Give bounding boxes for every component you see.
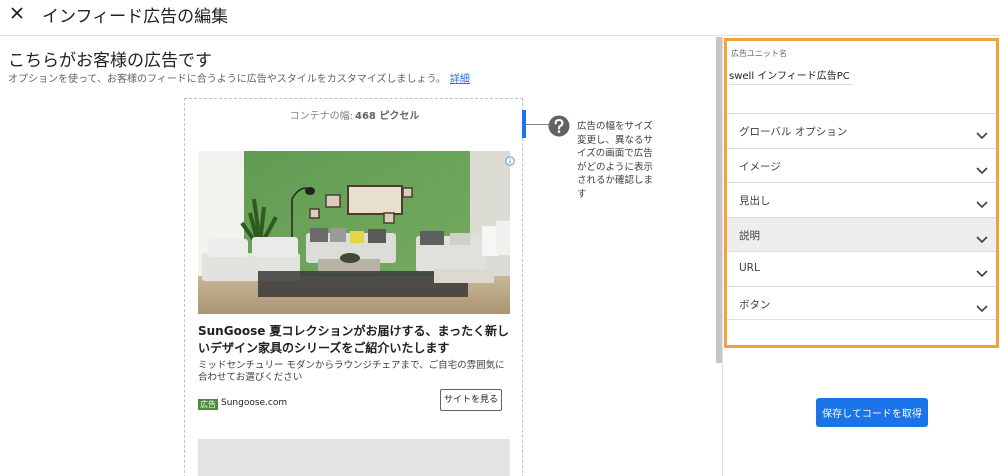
ad-preview-card: SunGoose 夏コレクションがお届けする、まったく新しいデザイン家具のシリー…	[198, 151, 515, 411]
section-button[interactable]: ボタン	[727, 285, 996, 320]
ad-headline[interactable]: SunGoose 夏コレクションがお届けする、まったく新しいデザイン家具のシリー…	[198, 323, 510, 357]
ad-description: ミッドセンチュリー モダンからラウンジチェアまで、ご自宅の雰囲気に合わせてお選び…	[198, 360, 505, 383]
chevron-down-icon	[976, 298, 988, 312]
preview-heading: こちらがお客様の広告です	[8, 51, 212, 71]
top-bar: インフィード広告の編集	[0, 0, 1000, 36]
ad-unit-name-label: 広告ユニット名	[731, 49, 787, 58]
pane-divider	[722, 37, 723, 476]
section-image[interactable]: イメージ	[727, 147, 996, 182]
section-label: イメージ	[739, 160, 781, 173]
chevron-down-icon	[976, 194, 988, 209]
help-icon	[548, 115, 570, 137]
ad-preview-pane: こちらがお客様の広告です オプションを使って、お客様のフィードに合うように広告や…	[0, 37, 716, 476]
section-label: グローバル オプション	[739, 126, 848, 138]
section-label: ボタン	[739, 298, 771, 311]
preview-subtitle: オプションを使って、お客様のフィードに合うように広告やスタイルをカスタマイズしま…	[8, 70, 470, 85]
visit-site-button[interactable]: サイトを見る	[440, 389, 502, 411]
section-description[interactable]: 説明	[727, 216, 996, 251]
save-and-get-code-button[interactable]: 保存してコードを取得	[816, 398, 928, 427]
section-label: URL	[739, 262, 760, 274]
ad-image	[198, 151, 510, 314]
container-width-value: 468 ピクセル	[355, 111, 420, 122]
settings-accordion: グローバル オプション イメージ 見出し 説明 URL ボタン	[727, 113, 996, 320]
ad-info-icon[interactable]	[505, 151, 515, 166]
chevron-down-icon	[976, 263, 988, 278]
container-width-label: コンテナの幅: 468 ピクセル	[185, 107, 524, 122]
ad-container-frame: コンテナの幅: 468 ピクセル SunGoose 夏コレクションがお届けする、…	[184, 98, 523, 476]
container-width-caption: コンテナの幅:	[289, 111, 353, 122]
ad-footer: 広告 Sungoose.com サイトを見る	[198, 389, 510, 417]
help-text: 広告の幅をサイズ変更し、異なるサイズの画面で広告がどのように表示されるか確認しま…	[577, 121, 654, 200]
details-link[interactable]: 詳細	[450, 74, 470, 85]
chevron-down-icon	[976, 125, 988, 140]
preview-subtitle-text: オプションを使って、お客様のフィードに合うように広告やスタイルをカスタマイズしま…	[8, 74, 446, 85]
section-global-options[interactable]: グローバル オプション	[727, 113, 996, 148]
ad-unit-name-input[interactable]	[729, 65, 853, 85]
close-icon[interactable]	[8, 4, 26, 22]
section-label: 説明	[739, 229, 760, 242]
section-url[interactable]: URL	[727, 251, 996, 286]
section-headline[interactable]: 見出し	[727, 182, 996, 217]
next-ad-placeholder	[198, 439, 510, 476]
help-callout-line	[526, 124, 550, 125]
page-title: インフィード広告の編集	[42, 7, 229, 27]
ad-settings-panel: 広告ユニット名 グローバル オプション イメージ 見出し 説明 URL ボタン	[724, 38, 999, 348]
ad-badge: 広告	[198, 399, 218, 410]
section-label: 見出し	[739, 195, 771, 207]
chevron-down-icon	[976, 229, 988, 243]
chevron-down-icon	[976, 160, 988, 174]
ad-domain: Sungoose.com	[221, 398, 288, 408]
